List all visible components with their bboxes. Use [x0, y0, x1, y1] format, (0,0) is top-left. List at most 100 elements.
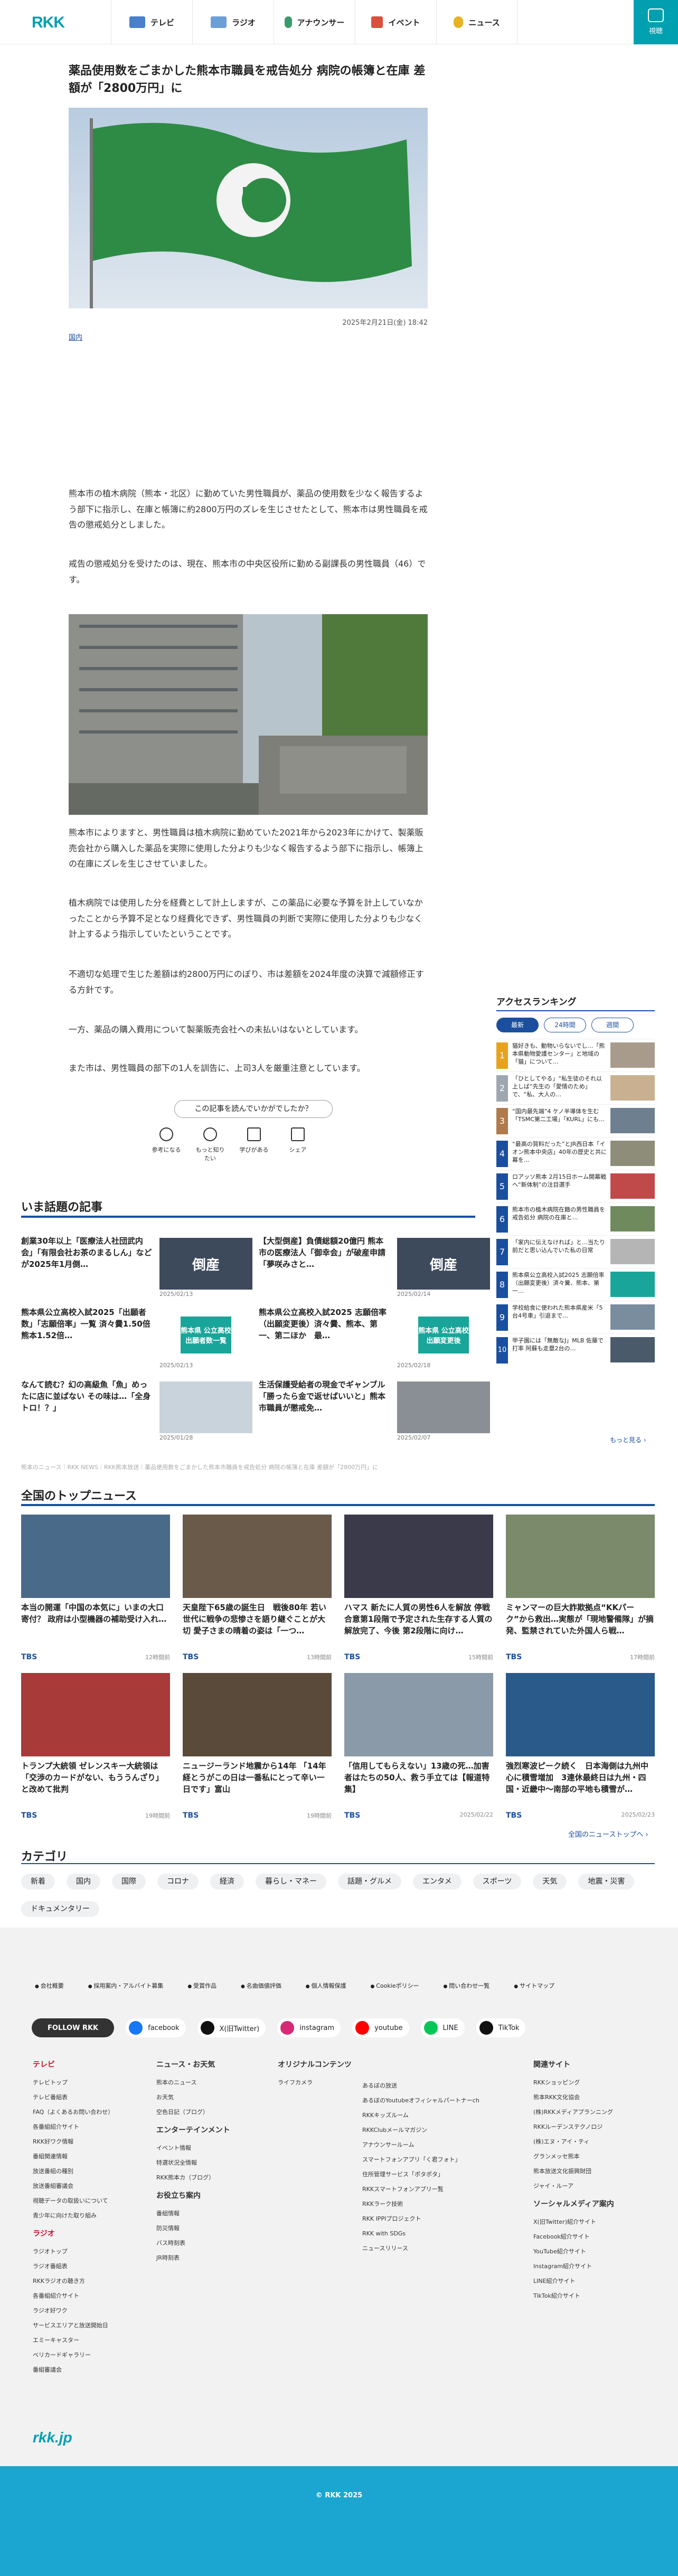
footer-item[interactable]: 熊本のニュース	[156, 2075, 230, 2090]
footer-item[interactable]: TikTok紹介サイト	[533, 2289, 614, 2304]
news-card[interactable]: ミャンマーの巨大詐欺拠点“KKパーク”から救出…実態が「現地警備隊」が摘発、監禁…	[506, 1515, 655, 1661]
line-button[interactable]: LINE	[420, 2018, 465, 2037]
footer-item[interactable]: (株)RKKメディアプランニング	[533, 2105, 614, 2120]
category-chip[interactable]: 国内	[67, 1874, 100, 1889]
footer-item[interactable]: イベント情報	[156, 2141, 230, 2156]
footer-item[interactable]: ラジオトップ	[33, 2244, 114, 2259]
footer-item[interactable]: 各番組紹介サイト	[33, 2120, 114, 2135]
footer-item[interactable]: RKKラジオの聴き方	[33, 2274, 114, 2289]
x-button[interactable]: X(旧Twitter)	[197, 2018, 266, 2037]
category-chip[interactable]: コロナ	[157, 1874, 199, 1889]
footer-item[interactable]: RKKルーデンステクノロジ	[533, 2120, 614, 2135]
category-chip[interactable]: 天気	[533, 1874, 567, 1889]
footer-item[interactable]: 住所管理サービス「ポタポタ」	[362, 2167, 479, 2182]
footer-item[interactable]: RKK好ワク情報	[33, 2135, 114, 2149]
footer-item[interactable]: 放送番組審議会	[33, 2179, 114, 2194]
ranking-item[interactable]: 5 ロアッソ熊本 2月15日ホーム開幕戦へ“新体制”の注目選手	[496, 1170, 655, 1202]
footer-item[interactable]: 青少年に向けた取り組み	[33, 2208, 114, 2223]
footer-link[interactable]: 名曲価値評価	[241, 1981, 281, 1990]
news-card[interactable]: 本当の開運「中国の本気に」いまの大口寄付？ 政府は小型機器の補助受け入れ… TBS…	[21, 1515, 170, 1661]
want-more-button[interactable]: もっと知りたい	[194, 1127, 226, 1162]
category-chip[interactable]: 暮らし・マネー	[256, 1874, 326, 1889]
footer-item[interactable]: Facebook紹介サイト	[533, 2230, 614, 2244]
nav-news[interactable]: ニュース	[436, 0, 517, 44]
footer-item[interactable]: ライフカメラ	[278, 2075, 352, 2090]
footer-item[interactable]: ラジオ好ワク	[33, 2304, 114, 2318]
footer-item[interactable]: お天気	[156, 2090, 230, 2105]
facebook-button[interactable]: facebook	[126, 2018, 186, 2037]
footer-item[interactable]: 番組関連情報	[33, 2149, 114, 2164]
footer-item[interactable]: JR時刻表	[156, 2251, 230, 2265]
footer-item[interactable]: RKKスマートフォンアプリ一覧	[362, 2182, 479, 2197]
category-chip[interactable]: 国際	[112, 1874, 146, 1889]
news-card[interactable]: 天皇陛下65歳の誕生日 戦後80年 若い世代に戦争の悲惨さを語り継ぐことが大切 …	[183, 1515, 332, 1661]
category-chip[interactable]: ドキュメンタリー	[21, 1901, 99, 1917]
ranking-item[interactable]: 3 “国内最先端”4 ケノ半導体を生む「TSMC第二工場」「KURL」にも…	[496, 1104, 655, 1137]
category-chip[interactable]: 経済	[210, 1874, 244, 1889]
footer-item[interactable]: バス時刻表	[156, 2236, 230, 2251]
footer-item[interactable]: サービスエリアと放送開始日	[33, 2318, 114, 2333]
footer-item[interactable]: RKK with SDGs	[362, 2226, 479, 2241]
footer-item[interactable]: ニュースリリース	[362, 2241, 479, 2256]
ranking-item[interactable]: 2 「ひとしてやる」“私生徒のそれ以上しば”先生の「愛情のため」で、“私、大人の…	[496, 1071, 655, 1104]
news-card[interactable]: 強烈寒波ピーク続く 日本海側は九州中心に積雪増加 3連休最終日は九州・四国・近畿…	[506, 1673, 655, 1820]
topic-item[interactable]: なんて読む？幻の高級魚「魚」めったに店に並ばない その味は…「全身トロ！？」 20…	[21, 1379, 253, 1441]
footer-item[interactable]: あるぼのYoutubeオフィシャルパートナーch	[362, 2093, 479, 2108]
nav-tv[interactable]: テレビ	[111, 0, 192, 44]
footer-link[interactable]: サイトマップ	[514, 1981, 554, 1990]
watch-menu-button[interactable]: 視聴	[634, 0, 678, 44]
category-chip[interactable]: 新着	[21, 1874, 55, 1889]
footer-item[interactable]: Instagram紹介サイト	[533, 2259, 614, 2274]
ranking-item[interactable]: 4 “最高の賀料だった”とJR西日本「イオン熊本中央店」40年の歴史と共に幕を…	[496, 1137, 655, 1170]
footer-item[interactable]: 空色日記（ブログ）	[156, 2105, 230, 2120]
topic-item[interactable]: 生活保護受給者の現金でギャンブル「勝ったら金で返せばいいと」熊本市職員が懲戒免……	[259, 1379, 491, 1441]
footer-item[interactable]: LINE紹介サイト	[533, 2274, 614, 2289]
ranking-item[interactable]: 9 学校給食に使われた熊本県産米「5台4号車」引退まで…	[496, 1301, 655, 1333]
footer-link[interactable]: 会社概要	[35, 1981, 64, 1990]
footer-item[interactable]: RKKキッズルーム	[362, 2108, 479, 2123]
news-card[interactable]: ニュージーランド地震から14年 「14年経とうがこの日は一番私にとって辛い一日で…	[183, 1673, 332, 1820]
ranking-item[interactable]: 10 甲子園には「無敵なJ」MLB 佐藤で打率 阿蘇も走塁2台の…	[496, 1333, 655, 1366]
footer-item[interactable]: 熊本放送文化振興財団	[533, 2164, 614, 2179]
footer-item[interactable]: 視聴データの取扱いについて	[33, 2194, 114, 2208]
footer-item[interactable]: X(旧Twitter)紹介サイト	[533, 2215, 614, 2230]
youtube-button[interactable]: youtube	[352, 2018, 409, 2037]
topic-item[interactable]: 熊本県公立高校入試2025「出願者数」「志願倍率」一覧 済々黌1.50倍 熊本1…	[21, 1307, 253, 1369]
news-card[interactable]: ハマス 新たに人質の男性6人を解放 停戦合意第1段階で予定された生存する人質の解…	[344, 1515, 493, 1661]
nav-radio[interactable]: ラジオ	[192, 0, 274, 44]
tab-24h[interactable]: 24時間	[544, 1018, 586, 1032]
news-card[interactable]: トランプ大統領 ゼレンスキー大統領は「交渉のカードがない、もううんざり」と改めて…	[21, 1673, 170, 1820]
topic-item[interactable]: 熊本県公立高校入試2025 志願倍率（出願変更後）済々黌、熊本、第一、第二ほか …	[259, 1307, 491, 1369]
footer-item[interactable]: ラジオ番組表	[33, 2259, 114, 2274]
footer-item[interactable]: グランメッセ熊本	[533, 2149, 614, 2164]
tiktok-button[interactable]: TikTok	[476, 2018, 526, 2037]
news-card[interactable]: 「信用してもらえない」13歳の死…加害者はたちの50人、救う手立ては【報道特集】…	[344, 1673, 493, 1820]
footer-item[interactable]: YouTube紹介サイト	[533, 2244, 614, 2259]
footer-item[interactable]: RKK熊本カ（ブログ）	[156, 2170, 230, 2185]
footer-item[interactable]: FAQ（よくあるお問い合わせ）	[33, 2105, 114, 2120]
ranking-more-link[interactable]: もっと見る ›	[610, 1435, 646, 1444]
helpful-button[interactable]: 参考になる	[150, 1127, 182, 1162]
category-tag[interactable]: 国内	[69, 332, 82, 342]
footer-item[interactable]: 放送番組の種別	[33, 2164, 114, 2179]
footer-item[interactable]: 防災情報	[156, 2221, 230, 2236]
ranking-item[interactable]: 6 熊本市の植木病院在籍の男性職員を戒告処分 病院の在庫と…	[496, 1202, 655, 1235]
footer-item[interactable]: 熊本RKK文化協会	[533, 2090, 614, 2105]
category-chip[interactable]: スポーツ	[473, 1874, 522, 1889]
all-news-link[interactable]: 全国のニューストップへ ›	[568, 1829, 648, 1839]
breadcrumb[interactable]: 熊本のニュース｜RKK NEWS｜RKK熊本放送｜薬品使用数をごまかした熊本市職…	[21, 1463, 378, 1471]
footer-item[interactable]: 特選状況全情報	[156, 2156, 230, 2170]
footer-item[interactable]: エミーキャスター	[33, 2333, 114, 2348]
share-button[interactable]: シェア	[282, 1127, 314, 1162]
footer-link[interactable]: 個人情報保護	[306, 1981, 346, 1990]
footer-item[interactable]: RKKショッピング	[533, 2075, 614, 2090]
nav-announcer[interactable]: アナウンサー	[274, 0, 355, 44]
category-chip[interactable]: 話題・グルメ	[338, 1874, 401, 1889]
footer-link[interactable]: 受賞作品	[187, 1981, 216, 1990]
footer-item[interactable]: スマートフォンアプリ「く君フォト」	[362, 2152, 479, 2167]
footer-link[interactable]: 採用案内・アルバイト募集	[88, 1981, 163, 1990]
footer-item[interactable]: RKK IPPIプロジェクト	[362, 2212, 479, 2226]
footer-item[interactable]: アナウンサールーム	[362, 2138, 479, 2152]
rkk-jp-logo[interactable]: rkk.jp	[33, 2429, 72, 2446]
footer-item[interactable]: ベリカードギャラリー	[33, 2348, 114, 2363]
